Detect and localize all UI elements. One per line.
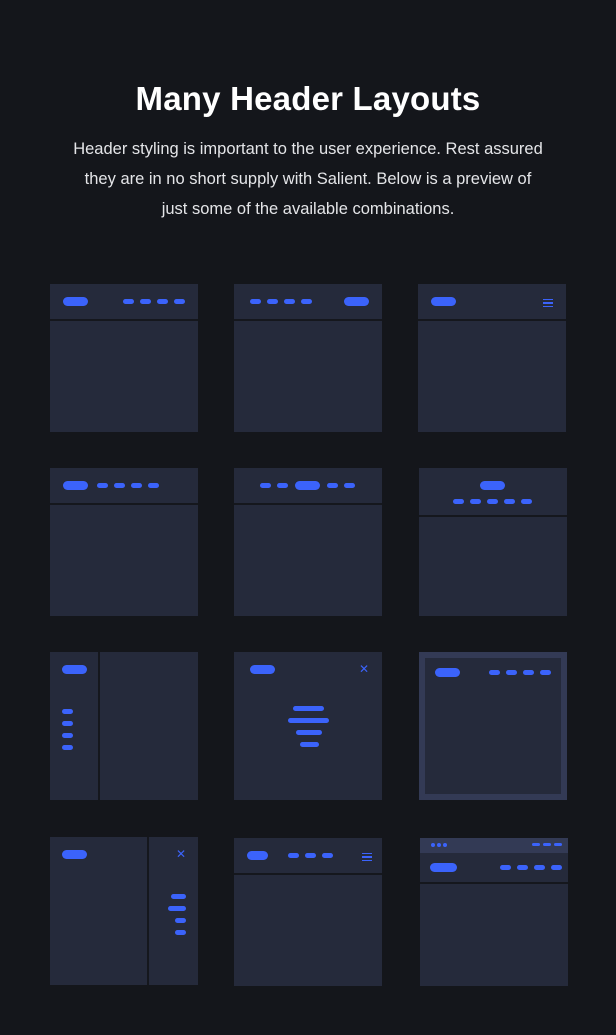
nav-item <box>487 499 498 504</box>
nav-item <box>301 299 312 304</box>
logo-placeholder <box>250 665 275 674</box>
nav-item <box>540 670 551 675</box>
nav-item <box>260 483 271 488</box>
top-bar-item <box>543 843 551 846</box>
nav-item <box>504 499 515 504</box>
nav-item <box>523 670 534 675</box>
nav-item <box>97 483 108 488</box>
nav-item <box>296 730 322 735</box>
close-icon: ✕ <box>359 662 370 676</box>
top-bar-dot <box>431 843 435 847</box>
nav-item <box>140 299 151 304</box>
layout-card-logo-centered-menu-below[interactable] <box>419 468 567 616</box>
nav-item <box>344 483 355 488</box>
header-divider <box>50 319 198 321</box>
layout-card-logo-left-hamburger-right[interactable] <box>418 284 566 432</box>
nav-item <box>534 865 545 870</box>
nav-item <box>148 483 159 488</box>
section-title: Many Header Layouts <box>135 80 481 117</box>
nav-item <box>277 483 288 488</box>
nav-item <box>168 906 186 911</box>
section-description: Header styling is important to the user … <box>73 140 543 218</box>
nav-item <box>517 865 528 870</box>
nav-item <box>62 733 73 738</box>
nav-item <box>305 853 316 858</box>
nav-item <box>123 299 134 304</box>
nav-item <box>506 670 517 675</box>
nav-item <box>171 894 186 899</box>
nav-item <box>453 499 464 504</box>
close-icon: ✕ <box>176 847 187 861</box>
nav-item <box>284 299 295 304</box>
nav-item <box>62 721 73 726</box>
nav-item <box>489 670 500 675</box>
logo-placeholder <box>430 863 457 872</box>
layout-card-menu-left-logo-right[interactable] <box>234 284 382 432</box>
top-bar-item <box>532 843 540 846</box>
layout-card-slide-out-right-panel[interactable]: ✕ <box>50 837 198 985</box>
layout-card-logo-left-menu-right[interactable] <box>50 284 198 432</box>
nav-item <box>174 299 185 304</box>
panel-divider <box>147 837 149 985</box>
logo-placeholder <box>431 297 456 306</box>
layout-card-logo-left-menu-left[interactable] <box>50 468 198 616</box>
framed-content-area <box>425 658 561 794</box>
nav-item <box>114 483 125 488</box>
header-divider <box>418 319 566 321</box>
nav-item <box>300 742 319 747</box>
nav-item <box>175 930 186 935</box>
logo-placeholder <box>62 850 87 859</box>
top-bar-item <box>554 843 562 846</box>
header-divider <box>234 873 382 875</box>
nav-item <box>62 745 73 750</box>
header-divider <box>50 503 198 505</box>
header-divider <box>234 503 382 505</box>
layout-card-logo-centered-in-menu[interactable] <box>234 468 382 616</box>
nav-item <box>288 718 329 723</box>
nav-item <box>250 299 261 304</box>
layout-card-left-vertical-sidebar[interactable] <box>50 652 198 800</box>
logo-placeholder <box>62 665 87 674</box>
layout-card-fullscreen-overlay-menu[interactable]: ✕ <box>234 652 382 800</box>
top-bar-dot <box>437 843 441 847</box>
header-divider <box>419 515 567 517</box>
nav-item <box>175 918 186 923</box>
hamburger-icon <box>543 299 553 307</box>
logo-placeholder <box>295 481 320 490</box>
nav-item <box>551 865 562 870</box>
nav-item <box>62 709 73 714</box>
sidebar-divider <box>98 652 100 800</box>
hamburger-icon <box>362 853 372 861</box>
nav-item <box>293 706 324 711</box>
nav-item <box>470 499 481 504</box>
nav-item <box>267 299 278 304</box>
nav-item <box>157 299 168 304</box>
nav-item <box>500 865 511 870</box>
top-bar-dot <box>443 843 447 847</box>
logo-placeholder <box>435 668 460 677</box>
nav-item <box>131 483 142 488</box>
layout-card-boxed-framed-layout[interactable] <box>419 652 567 800</box>
layout-card-secondary-top-bar[interactable] <box>420 838 568 986</box>
nav-item <box>521 499 532 504</box>
logo-placeholder <box>63 481 88 490</box>
logo-placeholder <box>344 297 369 306</box>
nav-item <box>288 853 299 858</box>
layout-card-menu-with-hamburger[interactable] <box>234 838 382 986</box>
logo-placeholder <box>480 481 505 490</box>
header-divider <box>420 882 568 884</box>
nav-item <box>322 853 333 858</box>
logo-placeholder <box>247 851 268 860</box>
logo-placeholder <box>63 297 88 306</box>
header-divider <box>234 319 382 321</box>
nav-item <box>327 483 338 488</box>
